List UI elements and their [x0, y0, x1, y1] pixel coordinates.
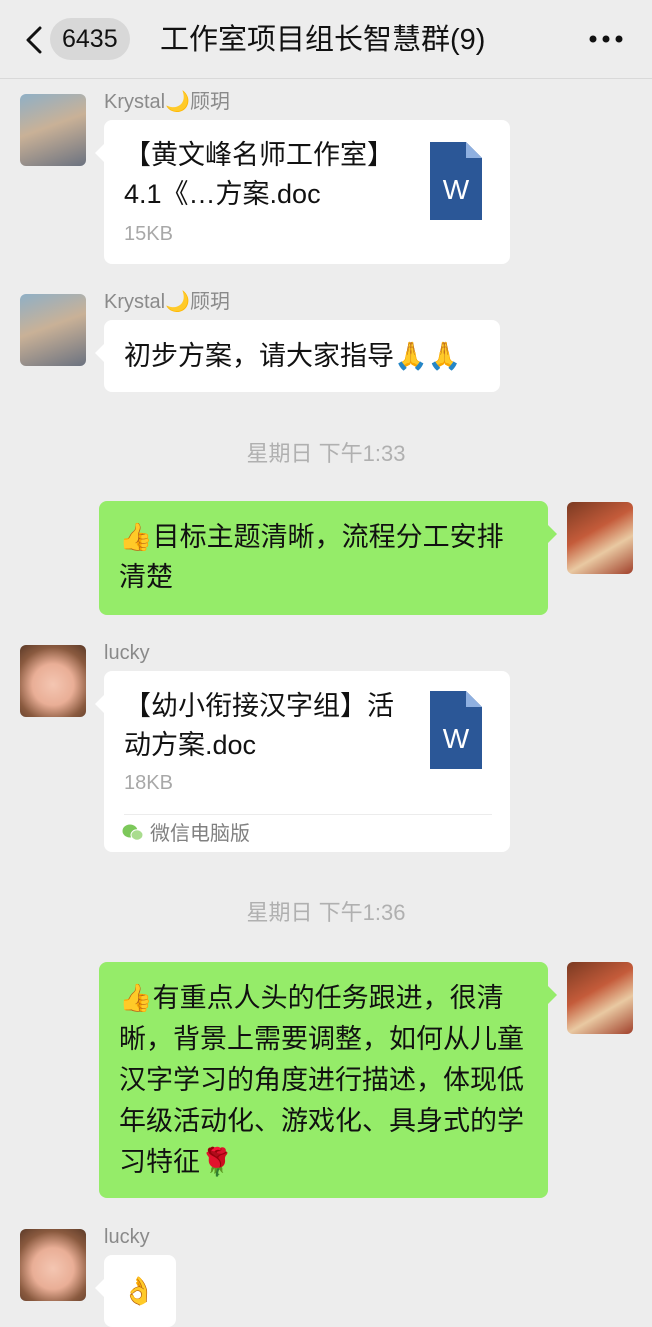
word-file-icon: W: [430, 142, 482, 220]
chat-header: 6435 工作室项目组长智慧群(9): [0, 0, 652, 79]
chat-title: 工作室项目组长智慧群(9): [160, 24, 486, 56]
file-message[interactable]: 【黄文峰名师工作室】4.1《…方案.doc 15KB W: [95, 120, 510, 264]
message-text: 👍有重点人头的任务跟进，很清晰，背景上需要调整，如何从儿童汉字学习的角度进行描述…: [119, 983, 524, 1177]
avatar-self[interactable]: [567, 502, 633, 574]
message-text: 👍目标主题清晰，流程分工安排清楚: [119, 522, 504, 592]
chevron-left-icon[interactable]: [22, 26, 46, 54]
text-message[interactable]: 初步方案，请大家指导🙏🙏: [95, 320, 500, 392]
avatar-lucky[interactable]: [20, 1229, 86, 1301]
avatar-self[interactable]: [567, 962, 633, 1034]
sender-name: lucky: [104, 642, 150, 664]
message-timestamp: 星期日 下午1:33: [246, 441, 406, 466]
file-size: 15KB: [124, 223, 173, 245]
word-file-icon: W: [430, 691, 482, 769]
file-name: 【幼小衔接汉字组】活动方案.doc: [124, 691, 394, 760]
avatar-krystal[interactable]: [20, 94, 86, 166]
wechat-icon: [122, 824, 144, 841]
message-text: 👌: [122, 1276, 156, 1306]
message-timestamp: 星期日 下午1:36: [246, 900, 406, 925]
file-size: 18KB: [124, 772, 173, 794]
text-message[interactable]: 👌: [95, 1255, 176, 1327]
avatar-lucky[interactable]: [20, 645, 86, 717]
file-name: 【黄文峰名师工作室】4.1《…方案.doc: [124, 140, 394, 209]
file-message[interactable]: 【幼小衔接汉字组】活动方案.doc 18KB W 微信电脑版: [95, 671, 510, 852]
file-source: 微信电脑版: [150, 823, 250, 845]
self-text-message[interactable]: 👍目标主题清晰，流程分工安排清楚: [99, 501, 557, 615]
more-dots-icon[interactable]: [588, 34, 624, 44]
unread-count-badge[interactable]: 6435: [50, 18, 130, 60]
message-text: 初步方案，请大家指导🙏🙏: [124, 341, 462, 371]
sender-name: Krystal🌙顾玥: [104, 91, 231, 113]
self-text-message[interactable]: 👍有重点人头的任务跟进，很清晰，背景上需要调整，如何从儿童汉字学习的角度进行描述…: [99, 962, 557, 1198]
word-file-letter: W: [443, 723, 470, 754]
sender-name: lucky: [104, 1226, 150, 1248]
avatar-krystal[interactable]: [20, 294, 86, 366]
word-file-letter: W: [443, 174, 470, 205]
sender-name: Krystal🌙顾玥: [104, 291, 231, 313]
file-divider: [124, 814, 492, 815]
